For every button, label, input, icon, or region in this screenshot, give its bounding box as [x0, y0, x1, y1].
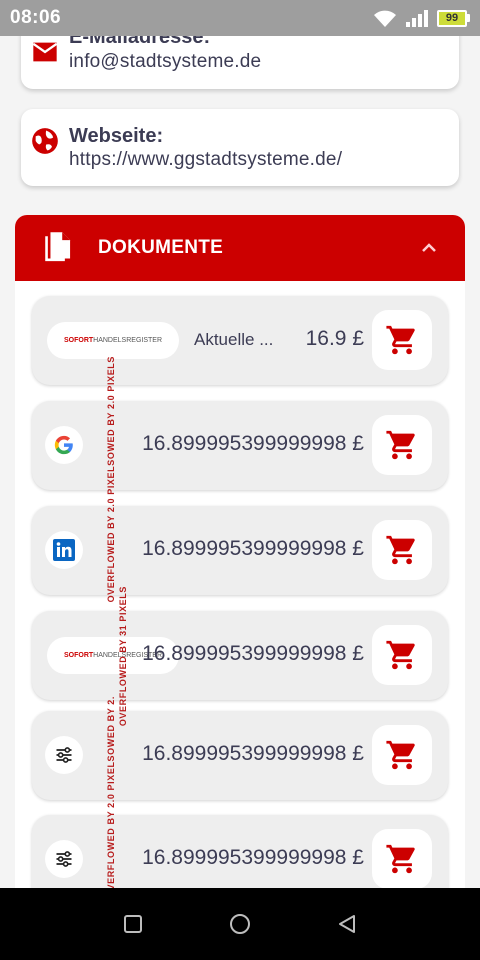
add-to-cart-button[interactable] — [372, 415, 432, 475]
document-price: 16.899995399999998 £ — [142, 432, 364, 455]
documents-title: DOKUMENTE — [98, 237, 224, 258]
document-item[interactable]: SOFORT HANDELSREGISTER 16.89999539999999… — [32, 611, 448, 700]
battery-level: 99 — [437, 9, 467, 27]
logo-part-a: SOFORT — [63, 337, 94, 344]
add-to-cart-button[interactable] — [372, 310, 432, 370]
document-item[interactable]: 16.899995399999998 £ — [32, 815, 448, 888]
home-icon — [229, 914, 250, 934]
add-to-cart-button[interactable] — [372, 520, 432, 580]
documents-icon — [45, 232, 71, 262]
overflow-warning-b: OVERFLOWED BY 31 PIXELS — [118, 586, 128, 727]
linkedin-logo — [45, 531, 83, 569]
back-icon — [338, 915, 355, 933]
overflow-warning-a: OVERFLOWED BY 2.0 PIXELSOWED BY 2.0 PIXE… — [106, 356, 116, 603]
globe-icon — [32, 128, 58, 154]
battery-icon: 99 — [437, 9, 470, 27]
document-price: 16.899995399999998 £ — [142, 742, 364, 765]
cart-icon — [386, 325, 415, 355]
back-button[interactable] — [327, 904, 367, 944]
cart-icon — [386, 640, 415, 670]
document-item[interactable]: SOFORT HANDELSREGISTER Aktuelle ... 16.9… — [32, 296, 448, 385]
linkedin-icon — [53, 539, 75, 561]
overflow-warning-stripe: OVERFLOWED BY 2.0 PIXELSOWED BY 2.0 PIXE… — [104, 356, 128, 888]
document-item[interactable]: 16.899995399999998 £ — [32, 711, 448, 800]
sliders-logo — [45, 736, 83, 774]
signal-icon — [406, 10, 428, 27]
google-icon — [54, 435, 73, 455]
sliders-logo — [45, 840, 83, 878]
cart-icon — [386, 535, 415, 565]
email-label: E-Mailadresse: — [69, 36, 211, 48]
recents-button[interactable] — [113, 904, 153, 944]
website-label: Webseite: — [69, 125, 164, 147]
documents-header[interactable]: DOKUMENTE — [15, 215, 465, 281]
cart-icon — [386, 430, 415, 460]
cart-icon — [386, 844, 415, 874]
logo-part-a: SOFORT — [63, 652, 94, 659]
status-time: 08:06 — [10, 7, 62, 28]
status-bar: 08:06 99 — [0, 0, 480, 36]
logo-part-b: HANDELSREGISTER — [93, 337, 163, 344]
document-price: 16.9 £ — [305, 327, 364, 350]
email-card[interactable]: E-Mailadresse: info@stadtsysteme.de — [21, 36, 459, 89]
chevron-up-icon[interactable] — [419, 238, 439, 258]
recents-icon — [124, 915, 143, 933]
document-item[interactable]: 16.899995399999998 £ — [32, 401, 448, 490]
add-to-cart-button[interactable] — [372, 625, 432, 685]
content-scroll-area[interactable]: E-Mailadresse: info@stadtsysteme.de Webs… — [0, 36, 480, 888]
email-value[interactable]: info@stadtsysteme.de — [69, 51, 261, 73]
add-to-cart-button[interactable] — [372, 725, 432, 785]
wifi-icon — [374, 10, 396, 27]
document-price: 16.899995399999998 £ — [142, 537, 364, 560]
cart-icon — [386, 740, 415, 770]
document-item[interactable]: 16.899995399999998 £ — [32, 506, 448, 595]
website-card[interactable]: Webseite: https://www.ggstadtsysteme.de/ — [21, 109, 459, 186]
home-button[interactable] — [220, 904, 260, 944]
sliders-icon — [56, 851, 72, 867]
status-icons: 99 — [373, 8, 470, 28]
add-to-cart-button[interactable] — [372, 829, 432, 888]
mail-icon — [32, 42, 58, 62]
document-price: 16.899995399999998 £ — [142, 642, 364, 665]
google-logo — [45, 426, 83, 464]
navigation-bar — [0, 888, 480, 960]
document-price: 16.899995399999998 £ — [142, 846, 364, 869]
website-value[interactable]: https://www.ggstadtsysteme.de/ — [69, 149, 342, 171]
sofort-handelsregister-logo: SOFORT HANDELSREGISTER — [47, 322, 179, 359]
document-name: Aktuelle ... — [194, 330, 274, 349]
sliders-icon — [56, 747, 72, 763]
documents-panel: DOKUMENTE SOFORT HANDELSREGISTER Aktuell… — [15, 215, 465, 888]
overflow-warning-c: OVERFLOWED BY 2.0 PIXELSOWED BY 2. — [106, 696, 116, 888]
